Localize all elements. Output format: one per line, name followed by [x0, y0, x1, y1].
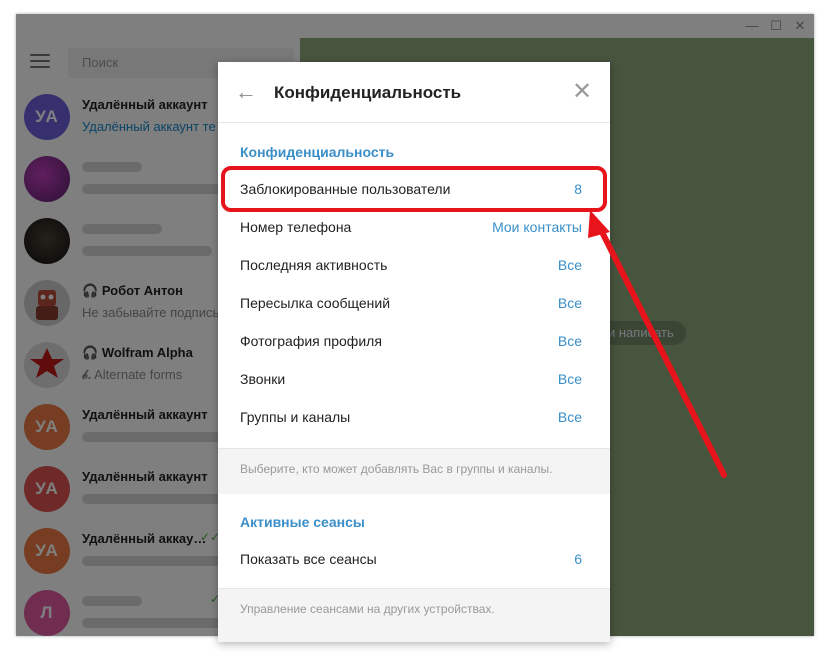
annotation-arrow-icon: [588, 210, 727, 478]
